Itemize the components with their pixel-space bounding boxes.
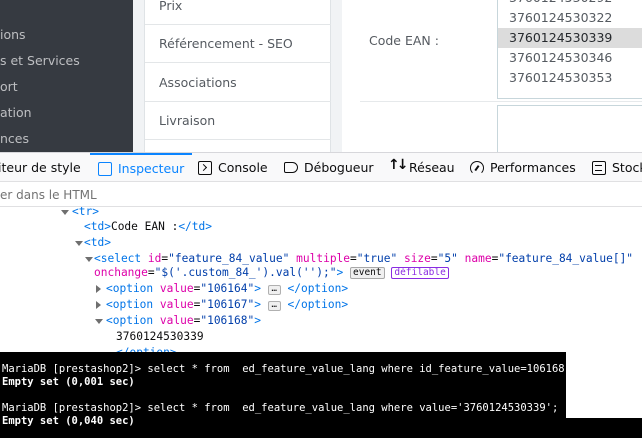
tab-label: iteur de style: [0, 160, 81, 175]
html-search-input[interactable]: [0, 185, 400, 204]
td-label-node[interactable]: <td>Code EAN :</td>: [84, 219, 212, 235]
tab-label: Stock: [612, 160, 642, 175]
sidebar-item[interactable]: ions: [0, 27, 26, 42]
ean-option[interactable]: 3760124530353: [498, 68, 642, 88]
debugger-icon: [284, 162, 298, 173]
tab-performance[interactable]: Performances: [470, 153, 576, 182]
tab-debugger[interactable]: Débogueur: [284, 153, 374, 182]
tab-label: Débogueur: [304, 160, 374, 175]
feature-form-panel: Code EAN : 3760124530292 3760124530322 3…: [342, 0, 642, 152]
terminal-line: Empty set (0,001 sec): [2, 376, 135, 388]
console-icon: [198, 160, 212, 175]
sidebar-item[interactable]: nces: [0, 131, 29, 146]
expand-toggle-icon[interactable]: [60, 207, 69, 220]
tab-storage[interactable]: Stock: [592, 153, 642, 182]
ean-option-selected[interactable]: 3760124530339: [498, 28, 642, 48]
expand-toggle-icon[interactable]: [74, 235, 83, 251]
tab-livraison[interactable]: Livraison: [145, 102, 331, 140]
ean-option[interactable]: 3760124530322: [498, 8, 642, 28]
option-node[interactable]: <option value="106164"> … </option>: [94, 281, 348, 297]
ean-multiselect[interactable]: 3760124530292 3760124530322 376012453033…: [497, 0, 642, 99]
terminal-line: MariaDB [prestashop2]> select * from ed_…: [2, 363, 566, 375]
tab-style-editor[interactable]: iteur de style: [0, 153, 81, 182]
expand-toggle-icon[interactable]: [94, 297, 103, 313]
option-node-expanded[interactable]: <option value="106168">: [94, 313, 261, 329]
html-search-bar: [0, 182, 642, 207]
select-node-cont: onchange="$('.custom_84_').val('');"> ev…: [94, 265, 449, 281]
sidebar-item[interactable]: s et Services: [0, 53, 80, 68]
tab-console[interactable]: Console: [198, 153, 268, 182]
tab-inspector[interactable]: Inspecteur: [90, 153, 193, 182]
ean-option[interactable]: 3760124530346: [498, 48, 642, 68]
ean-label: Code EAN :: [369, 33, 439, 48]
option-node[interactable]: <option value="106167"> … </option>: [94, 297, 348, 313]
scrollable-badge[interactable]: défilable: [391, 267, 449, 279]
sidebar-item[interactable]: ort: [0, 79, 18, 94]
devtools-toolbar: iteur de style Inspecteur Console Débogu…: [0, 153, 642, 182]
collapsed-content-icon[interactable]: …: [267, 285, 281, 295]
terminal-line: MariaDB [prestashop2]> select * from ed_…: [2, 402, 559, 414]
tab-network[interactable]: Réseau: [388, 153, 455, 182]
performance-icon: [470, 160, 484, 175]
tab-label: Console: [218, 160, 268, 175]
expand-toggle-icon[interactable]: [84, 251, 93, 267]
admin-sidebar: ions s et Services ort ation nces: [0, 0, 133, 152]
tab-prix[interactable]: Prix: [145, 0, 331, 25]
custom-value-textarea[interactable]: [497, 105, 642, 152]
expand-toggle-icon[interactable]: [94, 313, 103, 329]
tab-seo[interactable]: Référencement - SEO: [145, 25, 331, 63]
td-node[interactable]: <td>: [74, 235, 111, 251]
terminal-window[interactable]: MariaDB [prestashop2]> select * from ed_…: [0, 352, 566, 438]
tab-label: Réseau: [409, 160, 455, 175]
event-badge[interactable]: event: [350, 267, 385, 279]
tab-associations[interactable]: Associations: [145, 64, 331, 102]
divider: [360, 101, 642, 102]
web-page-viewport: ions s et Services ort ation nces Prix R…: [0, 0, 642, 152]
expand-toggle-icon[interactable]: [94, 281, 103, 297]
storage-icon: [592, 160, 606, 175]
product-tab-menu: Prix Référencement - SEO Associations Li…: [144, 0, 331, 152]
terminal-line: Empty set (0,040 sec): [2, 415, 135, 427]
tab-label: Performances: [490, 160, 576, 175]
option-text-node[interactable]: 3760124530339: [116, 329, 204, 345]
sidebar-item[interactable]: ation: [0, 105, 32, 120]
terminal-window-edge: [566, 418, 642, 438]
tab-label: Inspecteur: [118, 161, 185, 176]
inspector-icon: [98, 161, 112, 176]
ean-option[interactable]: 3760124530292: [498, 0, 642, 8]
collapsed-content-icon[interactable]: …: [267, 301, 281, 311]
network-icon: [388, 157, 405, 175]
